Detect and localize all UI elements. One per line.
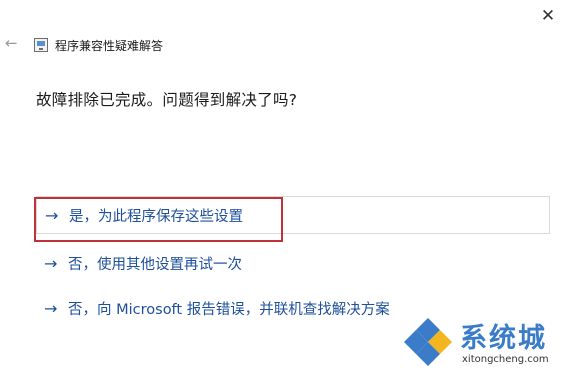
- watermark-text-cn: 系统城: [460, 323, 547, 354]
- back-arrow-icon[interactable]: ←: [5, 34, 23, 52]
- watermark-logo-icon: [402, 316, 454, 368]
- option-report-microsoft[interactable]: → 否，向 Microsoft 报告错误，并联机查找解决方案: [36, 289, 390, 327]
- option-label: 否，使用其他设置再试一次: [68, 256, 242, 273]
- arrow-right-icon: →: [44, 253, 58, 273]
- option-save-settings[interactable]: → 是，为此程序保存这些设置: [36, 196, 550, 234]
- watermark: 系统城 xitongcheng.com: [400, 314, 562, 370]
- option-try-other-settings[interactable]: → 否，使用其他设置再试一次: [36, 244, 242, 282]
- arrow-right-icon: →: [45, 205, 59, 225]
- option-label: 否，向 Microsoft 报告错误，并联机查找解决方案: [68, 301, 390, 318]
- status-question: 故障排除已完成。问题得到解决了吗?: [36, 91, 298, 109]
- arrow-right-icon: →: [44, 298, 58, 318]
- window-header: 程序兼容性疑难解答: [34, 36, 163, 54]
- option-label: 是，为此程序保存这些设置: [69, 208, 243, 225]
- program-compatibility-icon: [34, 38, 48, 52]
- window-title: 程序兼容性疑难解答: [55, 38, 164, 53]
- watermark-text-en: xitongcheng.com: [462, 354, 549, 365]
- close-icon[interactable]: ✕: [538, 6, 558, 26]
